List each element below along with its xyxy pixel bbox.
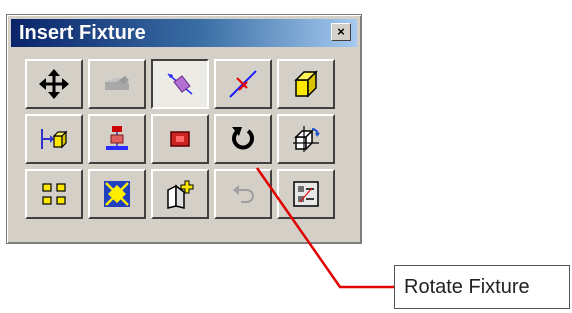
rotate-fixture-callout: Rotate Fixture [394, 265, 570, 309]
callout-label: Rotate Fixture [404, 276, 530, 298]
